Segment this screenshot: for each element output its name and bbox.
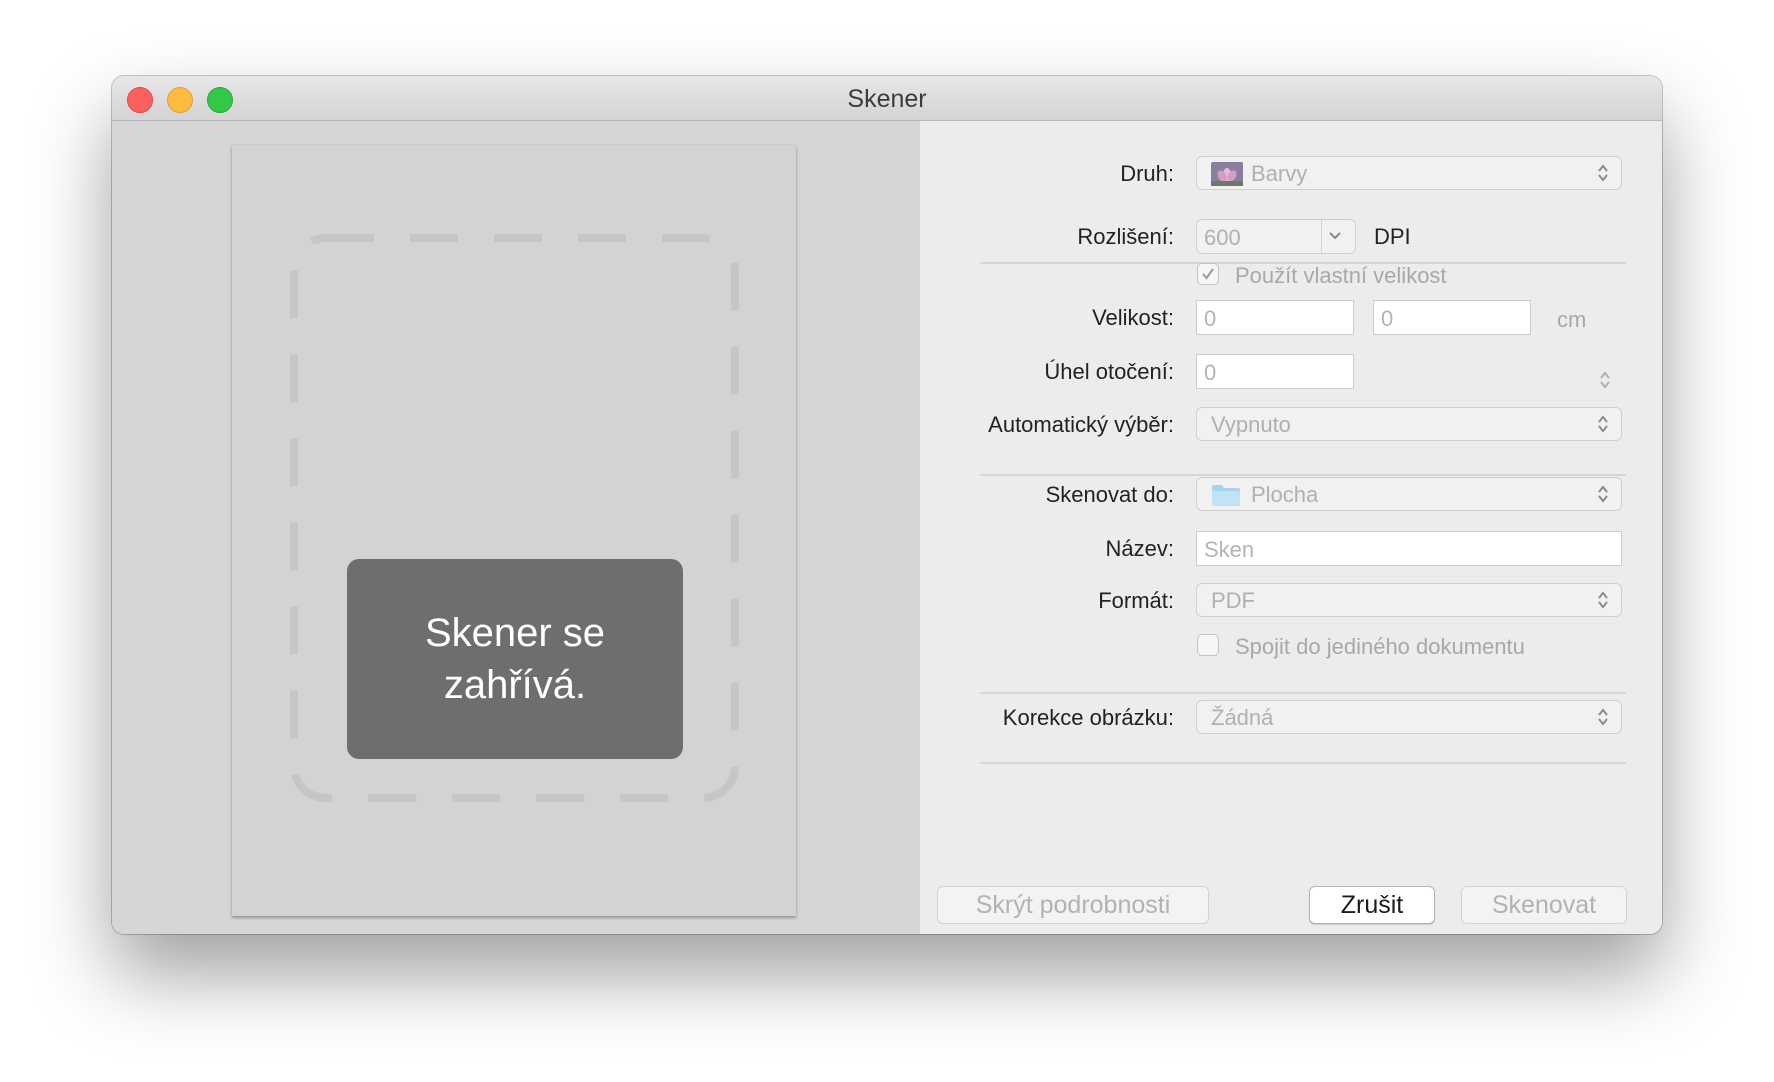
window-title: Skener [847, 85, 927, 113]
scan-to-label: Skenovat do: [1045, 482, 1174, 507]
hide-details-button[interactable]: Skrýt podrobnosti [937, 886, 1209, 924]
title-bar: Skener [112, 76, 1662, 121]
kind-value: Barvy [1251, 161, 1308, 186]
cancel-button[interactable]: Zrušit [1309, 886, 1435, 924]
kind-label: Druh: [1120, 161, 1174, 186]
status-message: Skener se zahřívá. [424, 611, 606, 707]
custom-size-label: Použít vlastní velikost [1235, 263, 1447, 288]
updown-chevron-icon [1598, 415, 1608, 433]
settings-pane: Druh: Barvy Rozlišení: 600 DPI Použít vl… [920, 121, 1662, 934]
custom-size-checkbox[interactable] [1197, 263, 1219, 285]
resolution-label: Rozlišení: [1077, 224, 1174, 249]
auto-select-popup[interactable]: Vypnuto [1196, 407, 1622, 441]
separator [980, 474, 1626, 476]
correction-label: Korekce obrázku: [1002, 705, 1174, 730]
auto-select-value: Vypnuto [1211, 412, 1291, 437]
chevron-down-icon[interactable] [1328, 229, 1342, 243]
name-field[interactable]: Sken [1196, 531, 1622, 566]
colors-flower-icon [1211, 162, 1243, 186]
unit-stepper-icon[interactable] [1598, 369, 1612, 391]
updown-chevron-icon [1598, 708, 1608, 726]
resolution-value: 600 [1204, 225, 1241, 250]
resolution-combo[interactable]: 600 [1196, 219, 1356, 254]
combine-checkbox[interactable] [1197, 634, 1219, 656]
preview-pane: Skener se zahřívá. [112, 121, 920, 934]
correction-popup[interactable]: Žádná [1196, 700, 1622, 734]
preview-page[interactable]: Skener se zahřívá. [232, 145, 796, 916]
scan-button[interactable]: Skenovat [1461, 886, 1627, 924]
kind-popup[interactable]: Barvy [1196, 156, 1622, 190]
auto-select-label: Automatický výběr: [988, 412, 1174, 437]
scanner-window: Skener Skener se zahřívá. Druh: Barvy Ro… [112, 76, 1662, 934]
format-popup[interactable]: PDF [1196, 583, 1622, 617]
scan-to-popup[interactable]: Plocha [1196, 477, 1622, 511]
name-label: Název: [1105, 536, 1174, 561]
checkmark-icon [1202, 268, 1214, 280]
scan-area-outline [290, 234, 739, 802]
scan-to-value: Plocha [1251, 482, 1319, 507]
updown-chevron-icon [1598, 485, 1608, 503]
separator [980, 692, 1626, 694]
updown-chevron-icon [1598, 591, 1608, 609]
combine-label: Spojit do jediného dokumentu [1235, 634, 1525, 659]
rotation-label: Úhel otočení: [1044, 359, 1174, 384]
separator [980, 762, 1626, 764]
size-label: Velikost: [1092, 305, 1174, 330]
size-unit: cm [1557, 307, 1587, 332]
size-height-field[interactable]: 0 [1373, 300, 1531, 335]
correction-value: Žádná [1211, 705, 1274, 730]
folder-icon [1212, 485, 1240, 506]
resolution-unit: DPI [1374, 224, 1411, 249]
status-badge: Skener se zahřívá. [347, 559, 683, 759]
format-label: Formát: [1098, 588, 1174, 613]
rotation-field[interactable]: 0 [1196, 354, 1354, 389]
updown-chevron-icon [1598, 164, 1608, 182]
format-value: PDF [1211, 588, 1255, 613]
size-width-field[interactable]: 0 [1196, 300, 1354, 335]
